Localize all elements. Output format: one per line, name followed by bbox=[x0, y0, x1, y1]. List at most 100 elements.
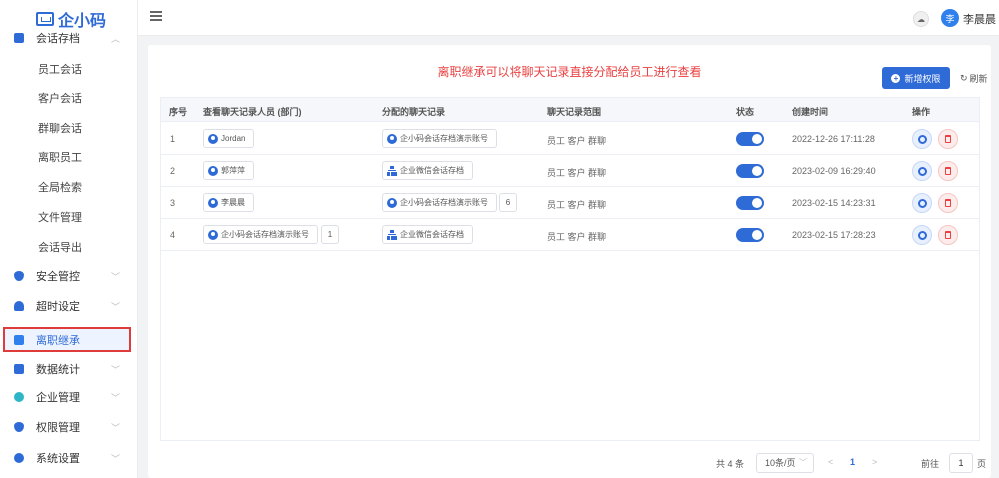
plus-icon: + bbox=[891, 73, 901, 83]
sidebar-item-resigned-employees[interactable]: 离职员工 bbox=[0, 146, 138, 168]
sidebar-item-session-export[interactable]: 会话导出 bbox=[0, 236, 138, 258]
avatar[interactable]: 李 bbox=[941, 9, 959, 27]
status-toggle[interactable] bbox=[736, 228, 764, 242]
column-header-index: 序号 bbox=[169, 107, 188, 117]
sidebar-item-label: 会话导出 bbox=[38, 242, 82, 254]
viewer-tag: 企小码会话存档演示账号 bbox=[203, 225, 318, 244]
enterprise-icon bbox=[14, 392, 24, 402]
chevron-down-icon: ﹀ bbox=[110, 392, 120, 403]
user-transfer-icon bbox=[14, 334, 24, 345]
row-index: 3 bbox=[170, 198, 176, 208]
assigned-name: 企业微信会话存档 bbox=[400, 230, 464, 239]
menu-group-statistics[interactable]: 数据统计 ﹀ bbox=[0, 357, 138, 381]
sidebar-item-group-sessions[interactable]: 群聊会话 bbox=[0, 117, 138, 139]
prev-page-button[interactable]: < bbox=[828, 457, 833, 467]
page-size-select[interactable]: 10条/页 ﹀ bbox=[756, 453, 814, 473]
menu-fold-icon[interactable] bbox=[150, 11, 162, 21]
viewer-count-badge[interactable]: 1 bbox=[321, 225, 339, 244]
status-toggle[interactable] bbox=[736, 196, 764, 210]
pagination-total: 共 4 条 bbox=[716, 459, 745, 469]
goto-page-input[interactable]: 1 bbox=[949, 453, 973, 473]
sidebar-item-customer-sessions[interactable]: 客户会话 bbox=[0, 87, 138, 109]
row-created-time: 2023-02-15 17:28:23 bbox=[792, 230, 876, 240]
refresh-button[interactable]: ↻ 刷新 bbox=[960, 72, 988, 85]
next-page-button[interactable]: > bbox=[872, 457, 877, 467]
delete-button[interactable] bbox=[938, 161, 958, 181]
gear-icon bbox=[917, 198, 927, 208]
org-structure-icon bbox=[387, 229, 397, 240]
refresh-label: 刷新 bbox=[969, 74, 988, 84]
sidebar-item-label: 群聊会话 bbox=[38, 123, 82, 135]
menu-group-security[interactable]: 安全管控 ﹀ bbox=[0, 264, 138, 288]
column-header-scope: 聊天记录范围 bbox=[547, 107, 602, 117]
assigned-count-badge[interactable]: 6 bbox=[499, 193, 517, 212]
gear-icon bbox=[14, 453, 24, 463]
menu-group-permissions[interactable]: 权限管理 ﹀ bbox=[0, 415, 138, 439]
row-index: 1 bbox=[170, 134, 176, 144]
delete-button[interactable] bbox=[938, 225, 958, 245]
row-scope: 员工 客户 群聊 bbox=[547, 200, 607, 210]
user-name[interactable]: 李晨晨 bbox=[963, 11, 996, 27]
menu-group-session-archive[interactable]: 会话存档 ︿ bbox=[0, 26, 138, 50]
delete-button[interactable] bbox=[938, 129, 958, 149]
assigned-name: 企小码会话存档演示账号 bbox=[400, 134, 488, 143]
menu-group-label: 数据统计 bbox=[36, 364, 80, 376]
menu-group-system-settings[interactable]: 系统设置 ﹀ bbox=[0, 446, 138, 470]
menu-group-label: 离职继承 bbox=[36, 334, 80, 347]
page-size-value: 10条/页 bbox=[765, 458, 796, 468]
assigned-tag: 企小码会话存档演示账号 bbox=[382, 193, 497, 212]
row-index: 2 bbox=[170, 166, 176, 176]
row-created-time: 2023-02-09 16:29:40 bbox=[792, 166, 876, 176]
column-header-actions: 操作 bbox=[912, 107, 931, 117]
status-toggle[interactable] bbox=[736, 132, 764, 146]
edit-settings-button[interactable] bbox=[912, 225, 932, 245]
chart-icon bbox=[14, 364, 24, 374]
sidebar-item-file-management[interactable]: 文件管理 bbox=[0, 206, 138, 228]
org-structure-icon bbox=[387, 165, 397, 176]
table-header: 序号 查看聊天记录人员 (部门) 分配的聊天记录 聊天记录范围 状态 创建时间 … bbox=[161, 98, 979, 122]
page-suffix: 页 bbox=[977, 459, 987, 469]
column-header-viewer: 查看聊天记录人员 (部门) bbox=[203, 107, 302, 117]
table-row: 4 企小码会话存档演示账号 1 企业微信会话存档 员工 客户 群聊 2023-0… bbox=[161, 219, 979, 251]
edit-settings-button[interactable] bbox=[912, 129, 932, 149]
menu-group-label: 安全管控 bbox=[36, 271, 80, 283]
current-page[interactable]: 1 bbox=[850, 457, 855, 467]
edit-settings-button[interactable] bbox=[912, 161, 932, 181]
assigned-name: 企小码会话存档演示账号 bbox=[400, 198, 488, 207]
column-header-assigned: 分配的聊天记录 bbox=[382, 107, 446, 117]
menu-group-label: 系统设置 bbox=[36, 453, 80, 465]
shield-icon bbox=[14, 271, 24, 281]
menu-group-label: 超时设定 bbox=[36, 301, 80, 313]
menu-group-label: 权限管理 bbox=[36, 422, 80, 434]
trash-icon bbox=[945, 167, 951, 175]
row-created-time: 2023-02-15 14:23:31 bbox=[792, 198, 876, 208]
add-permission-label: 新增权限 bbox=[904, 73, 941, 84]
sidebar-item-global-search[interactable]: 全局检索 bbox=[0, 176, 138, 198]
cloud-icon[interactable]: ☁ bbox=[913, 11, 929, 27]
chevron-down-icon: ﹀ bbox=[110, 364, 120, 375]
person-icon bbox=[208, 229, 218, 240]
refresh-icon: ↻ bbox=[960, 73, 968, 83]
add-permission-button[interactable]: + 新增权限 bbox=[882, 67, 950, 89]
edit-settings-button[interactable] bbox=[912, 193, 932, 213]
chevron-down-icon: ﹀ bbox=[110, 301, 120, 312]
menu-group-enterprise[interactable]: 企业管理 ﹀ bbox=[0, 385, 138, 409]
sidebar-item-employee-sessions[interactable]: 员工会话 bbox=[0, 58, 138, 80]
table-row: 2 郭萍萍 企业微信会话存档 员工 客户 群聊 2023-02-09 16:29… bbox=[161, 155, 979, 187]
main-card: 离职继承可以将聊天记录直接分配给员工进行查看 + 新增权限 ↻ 刷新 序号 查看… bbox=[148, 45, 991, 478]
row-scope: 员工 客户 群聊 bbox=[547, 136, 607, 146]
trash-icon bbox=[945, 199, 951, 207]
delete-button[interactable] bbox=[938, 193, 958, 213]
notice-text: 离职继承可以将聊天记录直接分配给员工进行查看 bbox=[437, 65, 702, 79]
person-icon bbox=[208, 165, 218, 176]
viewer-name: 李晨晨 bbox=[221, 198, 245, 207]
goto-label: 前往 bbox=[921, 459, 940, 469]
menu-group-label: 会话存档 bbox=[36, 33, 80, 45]
assigned-tag: 企业微信会话存档 bbox=[382, 225, 473, 244]
menu-group-timeout[interactable]: 超时设定 ﹀ bbox=[0, 294, 138, 318]
bell-icon bbox=[14, 301, 24, 311]
status-toggle[interactable] bbox=[736, 164, 764, 178]
trash-icon bbox=[945, 135, 951, 143]
menu-group-resignation-inheritance[interactable]: 离职继承 bbox=[3, 327, 131, 352]
viewer-tag: 李晨晨 bbox=[203, 193, 254, 212]
